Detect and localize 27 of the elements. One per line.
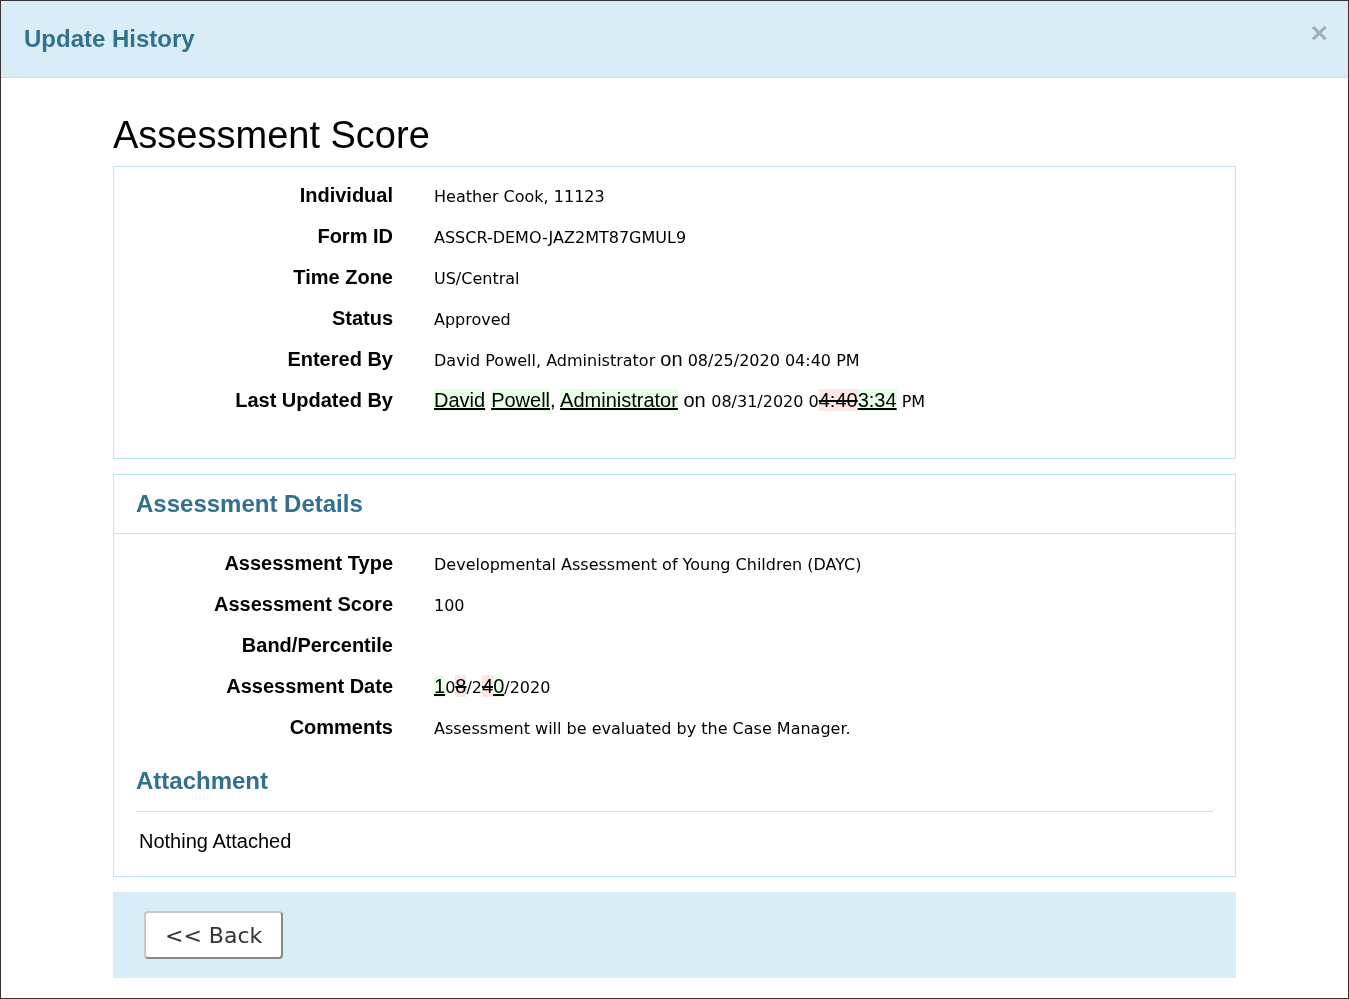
field-value: US/Central [434, 268, 520, 290]
field-label: Assessment Type [223, 551, 393, 576]
field-value: Assessment will be evaluated by the Case Manager. [434, 718, 851, 740]
page-heading: Assessment Score [113, 116, 431, 154]
field-value: 108/240/2020 [434, 674, 551, 699]
field-label: Assessment Score [213, 592, 393, 617]
field-label: Entered By [286, 347, 393, 372]
field-label: Band/Percentile [240, 633, 393, 658]
field-label: Comments [288, 715, 393, 740]
field-value: David Powell, Administrator on 08/31/2020 04:403:34 PM [434, 388, 926, 413]
field-value: ASSCR-DEMO-JAZ2MT87GMUL9 [434, 227, 687, 249]
field-value: Approved [434, 309, 511, 331]
back-button[interactable]: << Back [144, 911, 284, 959]
field-label: Individual [298, 183, 393, 208]
field-label: Form ID [316, 224, 393, 249]
field-value: David Powell, Administrator on 08/25/2020 04:40 PM [434, 347, 860, 372]
attachment-status: Nothing Attached [139, 830, 292, 852]
field-value: Heather Cook, 11123 [434, 186, 605, 208]
field-value: Developmental Assessment of Young Children (DAYC) [434, 554, 862, 576]
dialog-title: Update History [24, 24, 195, 54]
field-label: Time Zone [292, 265, 393, 290]
section-title: Assessment Details [136, 489, 363, 519]
field-label: Status [330, 306, 393, 331]
field-label: Assessment Date [225, 674, 393, 699]
field-value: 100 [434, 595, 465, 617]
field-label: Last Updated By [234, 388, 393, 413]
section-title: Attachment [136, 767, 268, 794]
